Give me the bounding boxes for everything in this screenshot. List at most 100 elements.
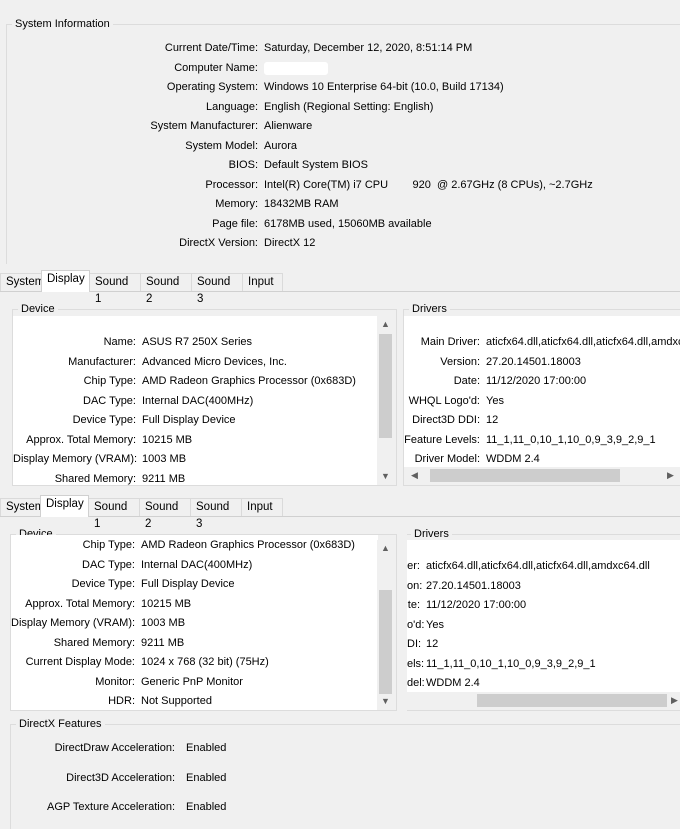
tab-sound-1[interactable]: Sound 1 (89, 273, 141, 305)
field-row: Direct3D Acceleration: Enabled (0, 770, 306, 786)
scroll-up-icon[interactable]: ▲ (377, 316, 394, 333)
field-label: Chip Type: (83, 375, 136, 387)
field-label: Language: (206, 100, 258, 113)
field-value: Internal DAC(400MHz) (141, 558, 253, 571)
field-value: 27.20.14501.18003 (426, 579, 521, 592)
field-label: er: (407, 560, 420, 572)
field-label: Current Date/Time: (164, 42, 258, 54)
field-label: els: (407, 657, 425, 670)
field-row: Page file: 6178MB used, 15060MB available (0, 216, 674, 232)
tab-input[interactable]: Input (242, 273, 283, 291)
device-scrollbar-bottom[interactable]: ▲ ▼ (377, 540, 394, 710)
field-value: 9211 MB (141, 636, 185, 649)
field-value: Enabled (186, 742, 227, 754)
field-value: Saturday, December 12, 2020, 8:51:14 PM (264, 42, 473, 54)
field-value: Advanced Micro Devices, Inc. (142, 355, 287, 368)
field-label: DirectX Version: (179, 237, 258, 249)
field-value: Yes (486, 394, 504, 407)
field-row: o'd: Yes (407, 617, 680, 633)
field-row: Memory: 18432MB RAM (0, 196, 674, 212)
field-row: Chip Type: AMD Radeon Graphics Processor … (11, 537, 377, 553)
field-row: DI: 12 (407, 636, 680, 652)
field-row: Name: ASUS R7 250X Series (13, 334, 378, 350)
field-label: DAC Type: (82, 558, 135, 571)
tab-display[interactable]: Display (41, 270, 90, 292)
field-row: del: WDDM 2.4 (407, 675, 680, 691)
system-information-title: System Information (12, 17, 113, 31)
field-value: 27.20.14501.18003 (486, 355, 581, 368)
drivers-list-bottom: er: aticfx64.dll,aticfx64.dll,aticfx64.dl… (407, 540, 680, 692)
field-value: 10215 MB (142, 433, 193, 446)
field-value: English (Regional Setting: English) (264, 100, 434, 113)
field-row: Approx. Total Memory: 10215 MB (11, 596, 377, 612)
field-label: Operating System: (166, 81, 258, 93)
field-label: Processor: (205, 178, 258, 191)
tab-sound-3[interactable]: Sound 3 (191, 273, 243, 305)
field-label: Current Display Mode: (25, 656, 135, 668)
field-value: 12 (426, 638, 439, 650)
field-row: Chip Type: AMD Radeon Graphics Processor … (13, 373, 378, 389)
scroll-down-icon[interactable]: ▼ (377, 468, 394, 485)
device-scrollbar-top[interactable]: ▲ ▼ (377, 316, 394, 485)
field-row: Shared Memory: 9211 MB (11, 635, 377, 651)
field-label: Date: (453, 375, 480, 387)
drivers-hscrollbar-bottom[interactable]: ▶ (407, 692, 680, 709)
field-value: Not Supported (141, 695, 212, 707)
field-value: Windows 10 Enterprise 64-bit (10.0, Buil… (264, 81, 504, 93)
field-value: Enabled (186, 801, 227, 813)
field-row: on: 27.20.14501.18003 (407, 578, 680, 594)
field-value: 18432MB RAM (264, 198, 339, 210)
scroll-down-icon[interactable]: ▼ (377, 693, 394, 710)
scrollbar-thumb[interactable] (379, 334, 392, 438)
field-label: DirectDraw Acceleration: (54, 742, 175, 754)
field-label: Display Memory (VRAM): (11, 617, 136, 629)
field-value: 12 (486, 414, 499, 426)
field-row: Feature Levels: 11_1,11_0,10_1,10_0,9_3,9… (404, 432, 680, 448)
field-row: Display Memory (VRAM): 1003 MB (13, 451, 378, 467)
tab-system[interactable]: System (0, 273, 44, 291)
field-value: Enabled (186, 771, 227, 784)
tab-sound-2[interactable]: Sound 2 (140, 273, 192, 305)
field-label: Shared Memory: (54, 472, 136, 485)
directx-features-title: DirectX Features (16, 717, 105, 731)
scrollbar-thumb[interactable] (430, 469, 620, 482)
field-label: WHQL Logo'd: (408, 394, 480, 407)
field-row: Manufacturer: Advanced Micro Devices, Inc… (13, 354, 378, 370)
field-label: System Manufacturer: (150, 120, 258, 132)
tab-display[interactable]: Display (40, 495, 89, 517)
scroll-right-icon[interactable]: ▶ (666, 692, 680, 709)
device-list-bottom: Chip Type: AMD Radeon Graphics Processor … (11, 535, 378, 710)
field-value: 1024 x 768 (32 bit) (75Hz) (141, 656, 269, 668)
field-value: Yes (426, 618, 444, 631)
drivers-title-bottom: Drivers (411, 527, 452, 541)
field-row: System Manufacturer: Alienware (0, 118, 674, 134)
field-value: Alienware (264, 120, 313, 132)
tab-sound-3[interactable]: Sound 3 (190, 498, 242, 530)
drivers-hscrollbar-top[interactable]: ◀ ▶ (404, 467, 680, 484)
scrollbar-thumb[interactable] (379, 590, 392, 694)
scrollbar-thumb[interactable] (477, 694, 667, 707)
tab-sound-2[interactable]: Sound 2 (139, 498, 191, 530)
field-row: Language: English (Regional Setting: Engl… (0, 99, 674, 115)
field-row: System Model: Aurora (0, 138, 674, 154)
field-row: WHQL Logo'd: Yes (404, 393, 680, 409)
field-row: Current Display Mode: 1024 x 768 (32 bit)… (11, 654, 377, 670)
field-row: Processor: Intel(R) Core(TM) i7 CPU 920 @… (0, 177, 674, 193)
field-value: aticfx64.dll,aticfx64.dll,aticfx64.dll,a… (426, 560, 650, 572)
scroll-right-icon[interactable]: ▶ (662, 467, 679, 484)
field-row: DirectX Version: DirectX 12 (0, 235, 674, 251)
scroll-left-icon[interactable]: ◀ (406, 467, 423, 484)
tab-sound-1[interactable]: Sound 1 (88, 498, 140, 530)
field-label: Version: (440, 355, 480, 368)
scroll-up-icon[interactable]: ▲ (377, 540, 394, 557)
field-value: 11/12/2020 17:00:00 (426, 599, 527, 611)
tab-input[interactable]: Input (241, 498, 283, 516)
tab-system[interactable]: System (0, 498, 44, 516)
field-value: aticfx64.dll,aticfx64.dll,aticfx64.dll,a… (486, 336, 680, 348)
field-row: els: 11_1,11_0,10_1,10_0,9_3,9_2,9_1 (407, 656, 680, 672)
tab-strip-bottom-border (0, 516, 680, 517)
field-value: Internal DAC(400MHz) (142, 394, 254, 407)
field-label: Approx. Total Memory: (25, 597, 135, 610)
field-label: Device Type: (71, 578, 135, 590)
field-label: Shared Memory: (53, 636, 135, 649)
